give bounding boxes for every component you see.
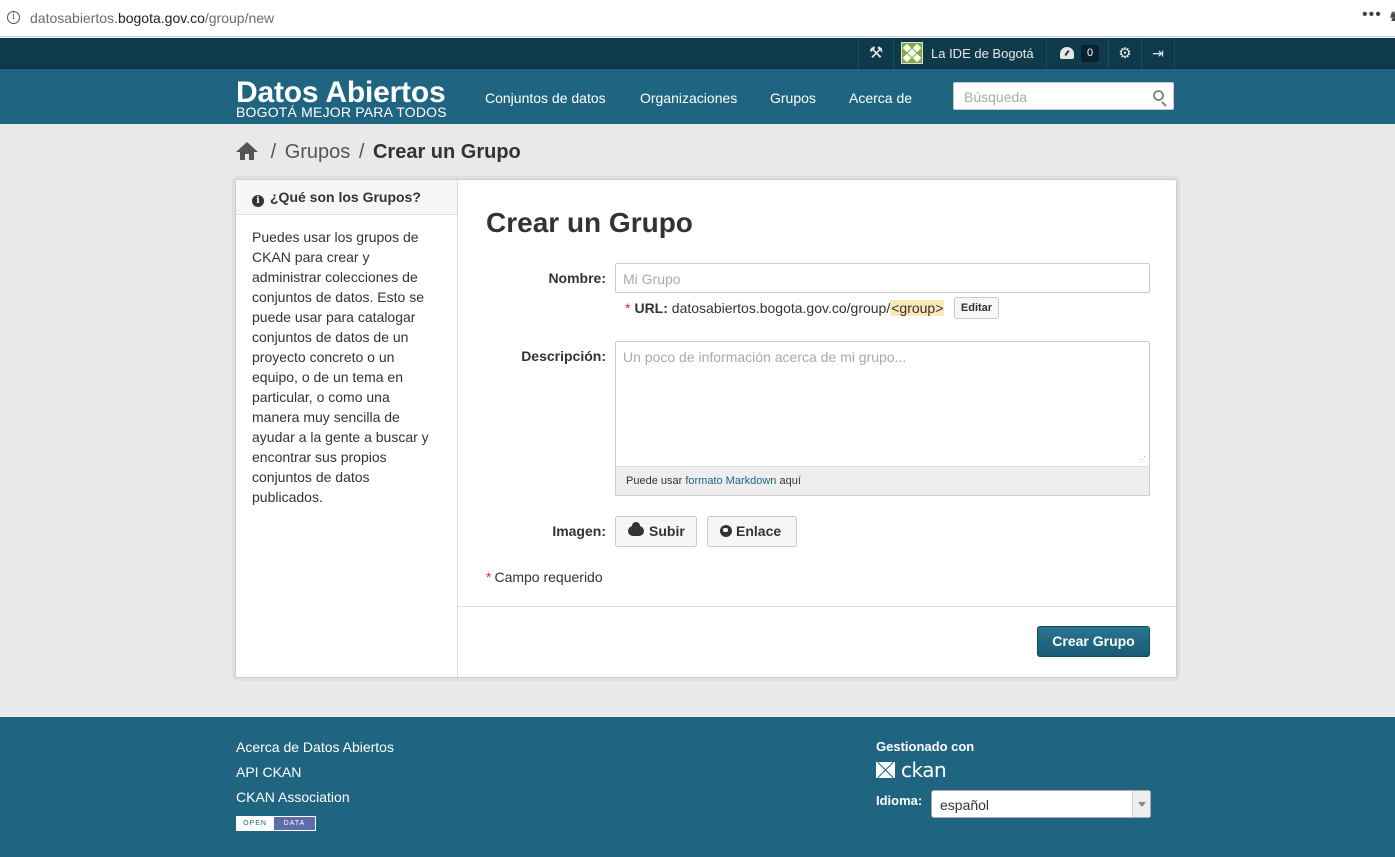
- url-label: URL:: [634, 300, 668, 316]
- open-data-left: OPEN: [237, 817, 273, 830]
- globe-icon: [720, 525, 732, 537]
- url-base: datosabiertos.bogota.gov.co/group/: [671, 300, 891, 316]
- chevron-down-icon: [1132, 791, 1150, 817]
- site-info-icon[interactable]: i: [7, 11, 20, 24]
- breadcrumb: / Grupos / Crear un Grupo: [236, 141, 521, 164]
- site-footer: Acerca de Datos Abiertos API CKAN CKAN A…: [0, 717, 1395, 857]
- description-label: Descripción:: [521, 348, 606, 364]
- footer-link-api[interactable]: API CKAN: [236, 764, 301, 780]
- dashboard-count-badge: 0: [1081, 45, 1099, 62]
- upload-label: Subir: [649, 523, 685, 539]
- required-note: * Campo requerido: [486, 569, 603, 585]
- sidebar-text: Puedes usar los grupos de CKAN para crea…: [252, 229, 429, 505]
- language-select[interactable]: español: [931, 790, 1151, 818]
- search-icon[interactable]: [1153, 90, 1164, 101]
- group-form: Crear un Grupo Nombre: Mi Grupo * URL: da…: [458, 180, 1176, 677]
- upload-button[interactable]: Subir: [615, 516, 697, 547]
- sysadmin-icon[interactable]: ⚒: [858, 38, 893, 69]
- create-group-button[interactable]: Crear Grupo: [1037, 626, 1150, 657]
- home-icon[interactable]: [236, 142, 258, 160]
- account-masthead: ⚒ La IDE de Bogotá 0 ⚙ ⇥: [0, 38, 1395, 69]
- url-slug: <group>: [890, 300, 945, 316]
- nav-groups[interactable]: Grupos: [770, 90, 816, 106]
- url-path: /group/new: [204, 10, 275, 26]
- markdown-hint: Puede usar formato Markdown aquí: [616, 466, 1149, 495]
- nav-datasets[interactable]: Conjuntos de datos: [485, 90, 606, 106]
- description-field[interactable]: Un poco de información acerca de mi grup…: [615, 341, 1150, 496]
- required-note-text: Campo requerido: [494, 569, 603, 585]
- site-logo[interactable]: Datos Abiertos BOGOTÁ MEJOR PARA TODOS: [236, 78, 447, 120]
- cloud-upload-icon: [628, 522, 644, 536]
- breadcrumb-groups[interactable]: Grupos: [285, 141, 351, 163]
- url-domain: bogota.gov.co: [117, 10, 205, 26]
- open-data-badge[interactable]: OPEN DATA: [236, 816, 316, 831]
- sidebar-title: ¿Qué son los Grupos?: [270, 189, 421, 205]
- sidebar-heading: i ¿Qué son los Grupos?: [236, 180, 457, 215]
- language-value: español: [940, 797, 990, 813]
- markdown-link[interactable]: formato Markdown: [685, 475, 776, 487]
- image-label: Imagen:: [552, 523, 606, 539]
- footer-link-about[interactable]: Acerca de Datos Abiertos: [236, 739, 394, 755]
- sidebar: i ¿Qué son los Grupos? Puedes usar los gr…: [236, 180, 458, 677]
- ckan-logo-icon: [876, 762, 895, 778]
- form-actions: Crear Grupo: [458, 606, 1176, 677]
- name-placeholder: Mi Grupo: [623, 271, 681, 287]
- page-title: Crear un Grupo: [486, 207, 693, 238]
- edit-url-button[interactable]: Editar: [954, 297, 999, 319]
- dashboard-icon: [1060, 47, 1074, 59]
- site-tagline: BOGOTÁ MEJOR PARA TODOS: [236, 104, 447, 120]
- address-field[interactable]: datosabiertos.bogota.gov.co/group/new: [30, 10, 274, 26]
- link-label: Enlace: [736, 523, 782, 539]
- search-placeholder: Búsqueda: [964, 89, 1028, 105]
- page-actions-icon[interactable]: •••: [1362, 6, 1382, 24]
- extension-icon[interactable]: ♞: [1388, 8, 1395, 25]
- resize-handle[interactable]: ⋰: [1138, 455, 1146, 464]
- breadcrumb-separator: /: [358, 141, 365, 163]
- user-name: La IDE de Bogotá: [931, 46, 1034, 61]
- footer-link-ckan-association[interactable]: CKAN Association: [236, 789, 350, 805]
- required-asterisk: *: [625, 300, 631, 316]
- description-placeholder: Un poco de información acerca de mi grup…: [623, 349, 907, 365]
- logout-icon[interactable]: ⇥: [1141, 38, 1175, 69]
- url-preview: * URL: datosabiertos.bogota.gov.co/group/…: [625, 300, 945, 316]
- user-profile-link[interactable]: La IDE de Bogotá: [893, 38, 1046, 69]
- nav-organizations[interactable]: Organizaciones: [640, 90, 737, 106]
- main-wrapper: i ¿Qué son los Grupos? Puedes usar los gr…: [235, 179, 1177, 678]
- managed-by-label: Gestionado con: [876, 739, 975, 754]
- url-prefix: datosabiertos.: [30, 10, 118, 26]
- open-data-right: DATA: [274, 817, 315, 830]
- search-input[interactable]: Búsqueda: [953, 82, 1174, 110]
- markdown-prefix: Puede usar: [626, 475, 686, 487]
- name-label: Nombre:: [548, 270, 606, 286]
- language-label: Idioma:: [876, 793, 923, 808]
- site-header: Datos Abiertos BOGOTÁ MEJOR PARA TODOS C…: [0, 69, 1395, 124]
- markdown-suffix: aquí: [776, 475, 801, 487]
- breadcrumb-current[interactable]: Crear un Grupo: [373, 141, 521, 163]
- ckan-wordmark: ckan: [901, 758, 947, 782]
- link-button[interactable]: Enlace: [707, 516, 797, 547]
- user-avatar: [901, 42, 923, 64]
- gear-icon[interactable]: ⚙: [1108, 38, 1141, 69]
- breadcrumb-separator: /: [270, 141, 277, 163]
- nav-about[interactable]: Acerca de: [849, 90, 912, 106]
- dashboard-link[interactable]: 0: [1046, 38, 1108, 69]
- browser-url-bar: i datosabiertos.bogota.gov.co/group/new …: [0, 0, 1395, 37]
- info-icon: i: [252, 195, 264, 207]
- required-asterisk: *: [486, 569, 492, 585]
- name-field[interactable]: Mi Grupo: [615, 263, 1150, 293]
